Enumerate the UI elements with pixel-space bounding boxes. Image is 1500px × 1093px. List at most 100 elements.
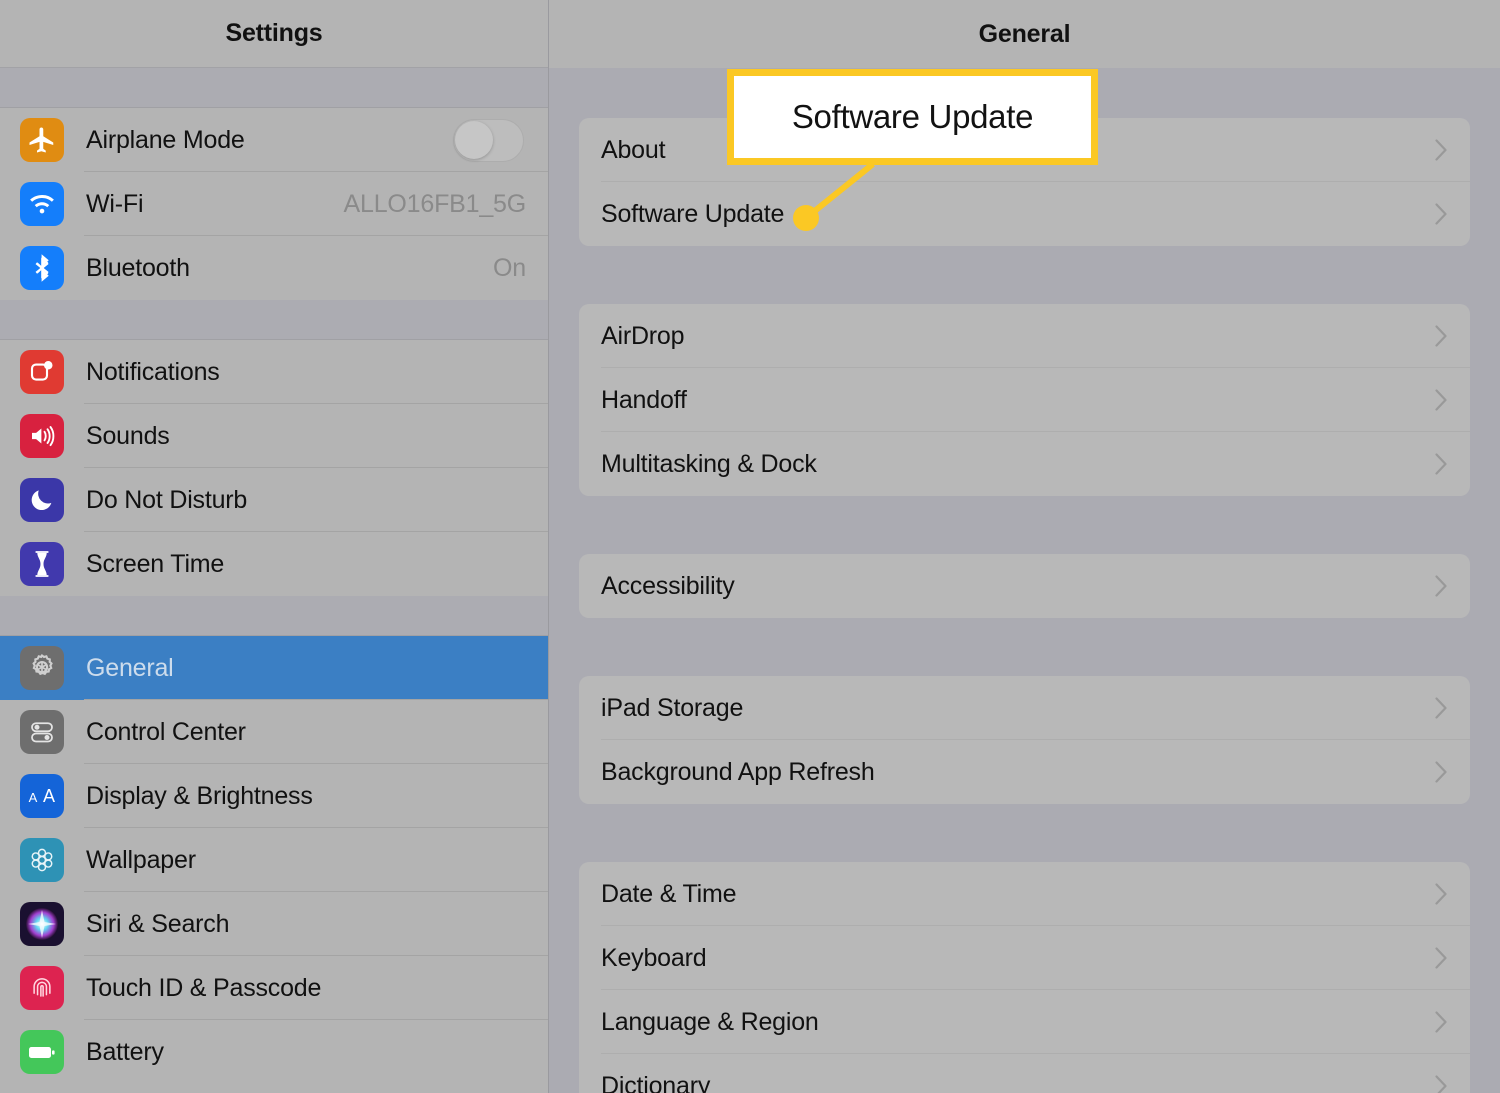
- wifi-icon: [20, 182, 64, 226]
- svg-text:A: A: [43, 786, 55, 806]
- row-handoff[interactable]: Handoff: [579, 368, 1470, 432]
- chevron-right-icon: [1435, 203, 1448, 225]
- sidebar-item-do-not-disturb[interactable]: Do Not Disturb: [0, 468, 548, 532]
- sidebar-item-notifications[interactable]: Notifications: [0, 340, 548, 404]
- row-airdrop[interactable]: AirDrop: [579, 304, 1470, 368]
- sidebar-section-gap: [0, 68, 548, 108]
- sidebar-item-sounds[interactable]: Sounds: [0, 404, 548, 468]
- row-date-time[interactable]: Date & Time: [579, 862, 1470, 926]
- sidebar-item-label: Wi-Fi: [86, 189, 144, 218]
- sidebar-item-general[interactable]: General: [0, 636, 548, 700]
- chevron-right-icon: [1435, 389, 1448, 411]
- sidebar-item-siri-search[interactable]: Siri & Search: [0, 892, 548, 956]
- toggle-knob: [455, 120, 493, 159]
- sidebar-group-alerts: Notifications Sounds Do Not Disturb Scre…: [0, 340, 548, 596]
- sidebar-item-label: Control Center: [86, 717, 246, 746]
- detail-header: General: [549, 0, 1500, 68]
- airplane-icon: [20, 118, 64, 162]
- row-multitasking-dock[interactable]: Multitasking & Dock: [579, 432, 1470, 496]
- detail-scroll-area[interactable]: About Software Update AirDrop Handoff Mu…: [549, 68, 1500, 1093]
- cell-label: AirDrop: [601, 321, 685, 350]
- sidebar-item-touch-id-passcode[interactable]: Touch ID & Passcode: [0, 956, 548, 1020]
- sounds-icon: [20, 414, 64, 458]
- cell-label: About: [601, 135, 666, 164]
- callout-label: Software Update: [791, 98, 1034, 135]
- cell-label: Multitasking & Dock: [601, 449, 817, 478]
- sidebar-item-label: Notifications: [86, 357, 220, 386]
- chevron-right-icon: [1435, 139, 1448, 161]
- chevron-right-icon: [1435, 453, 1448, 475]
- gear-icon: [20, 646, 64, 690]
- row-keyboard[interactable]: Keyboard: [579, 926, 1470, 990]
- cell-label: Software Update: [601, 199, 785, 228]
- hourglass-icon: [20, 542, 64, 586]
- sidebar-item-label: Touch ID & Passcode: [86, 973, 322, 1002]
- touch-id-icon: [20, 966, 64, 1010]
- chevron-right-icon: [1435, 761, 1448, 783]
- chevron-right-icon: [1435, 1011, 1448, 1033]
- bluetooth-icon: [20, 246, 64, 290]
- sidebar-item-label: Sounds: [86, 421, 170, 450]
- chevron-right-icon: [1435, 325, 1448, 347]
- chevron-right-icon: [1435, 575, 1448, 597]
- settings-card-localization: Date & Time Keyboard Language & Region D…: [579, 862, 1470, 1093]
- cell-label: Handoff: [601, 385, 687, 414]
- sidebar-item-label: Do Not Disturb: [86, 485, 248, 514]
- row-background-app-refresh[interactable]: Background App Refresh: [579, 740, 1470, 804]
- bluetooth-state-value: On: [493, 253, 526, 282]
- svg-text:A: A: [29, 790, 38, 805]
- sidebar-header: Settings: [0, 0, 548, 68]
- sidebar-item-wifi[interactable]: Wi-Fi ALLO16FB1_5G: [0, 172, 548, 236]
- row-software-update[interactable]: Software Update: [579, 182, 1470, 246]
- sidebar-group-system: General Control Center AA Display & Brig…: [0, 636, 548, 1084]
- cell-label: iPad Storage: [601, 693, 744, 722]
- cell-label: Dictionary: [601, 1071, 711, 1093]
- display-brightness-icon: AA: [20, 774, 64, 818]
- sidebar-item-label: Display & Brightness: [86, 781, 313, 810]
- sidebar-item-label: Battery: [86, 1037, 164, 1066]
- settings-card-accessibility: Accessibility: [579, 554, 1470, 618]
- page-title: General: [978, 19, 1071, 48]
- cell-label: Keyboard: [601, 943, 707, 972]
- sidebar-item-display-brightness[interactable]: AA Display & Brightness: [0, 764, 548, 828]
- row-accessibility[interactable]: Accessibility: [579, 554, 1470, 618]
- cell-label: Accessibility: [601, 571, 735, 600]
- wallpaper-icon: [20, 838, 64, 882]
- sidebar-item-wallpaper[interactable]: Wallpaper: [0, 828, 548, 892]
- sidebar-section-gap: [0, 596, 548, 636]
- sidebar-title: Settings: [225, 19, 323, 47]
- cell-label: Date & Time: [601, 879, 737, 908]
- sidebar-item-label: Airplane Mode: [86, 125, 245, 154]
- sidebar-item-bluetooth[interactable]: Bluetooth On: [0, 236, 548, 300]
- sidebar-item-screen-time[interactable]: Screen Time: [0, 532, 548, 596]
- control-center-icon: [20, 710, 64, 754]
- sidebar-item-airplane-mode[interactable]: Airplane Mode: [0, 108, 548, 172]
- sidebar-item-label: Screen Time: [86, 549, 225, 578]
- row-ipad-storage[interactable]: iPad Storage: [579, 676, 1470, 740]
- sidebar-item-label: Wallpaper: [86, 845, 196, 874]
- airplane-mode-toggle[interactable]: [453, 118, 524, 162]
- settings-card-storage: iPad Storage Background App Refresh: [579, 676, 1470, 804]
- settings-sidebar: Settings Airplane Mode Wi-Fi ALLO16FB1_5…: [0, 0, 549, 1093]
- row-dictionary[interactable]: Dictionary: [579, 1054, 1470, 1093]
- siri-icon: [20, 902, 64, 946]
- sidebar-section-gap: [0, 300, 548, 340]
- cell-label: Background App Refresh: [601, 757, 875, 786]
- sidebar-item-battery[interactable]: Battery: [0, 1020, 548, 1084]
- moon-icon: [20, 478, 64, 522]
- sidebar-item-label: Bluetooth: [86, 253, 190, 282]
- chevron-right-icon: [1435, 1075, 1448, 1093]
- cell-label: Language & Region: [601, 1007, 819, 1036]
- sidebar-item-control-center[interactable]: Control Center: [0, 700, 548, 764]
- chevron-right-icon: [1435, 947, 1448, 969]
- row-language-region[interactable]: Language & Region: [579, 990, 1470, 1054]
- sidebar-item-label: General: [86, 653, 174, 682]
- sidebar-item-label: Siri & Search: [86, 909, 230, 938]
- settings-card-sharing: AirDrop Handoff Multitasking & Dock: [579, 304, 1470, 496]
- callout-box: Software Update: [727, 69, 1098, 165]
- chevron-right-icon: [1435, 883, 1448, 905]
- wifi-network-value: ALLO16FB1_5G: [343, 189, 527, 218]
